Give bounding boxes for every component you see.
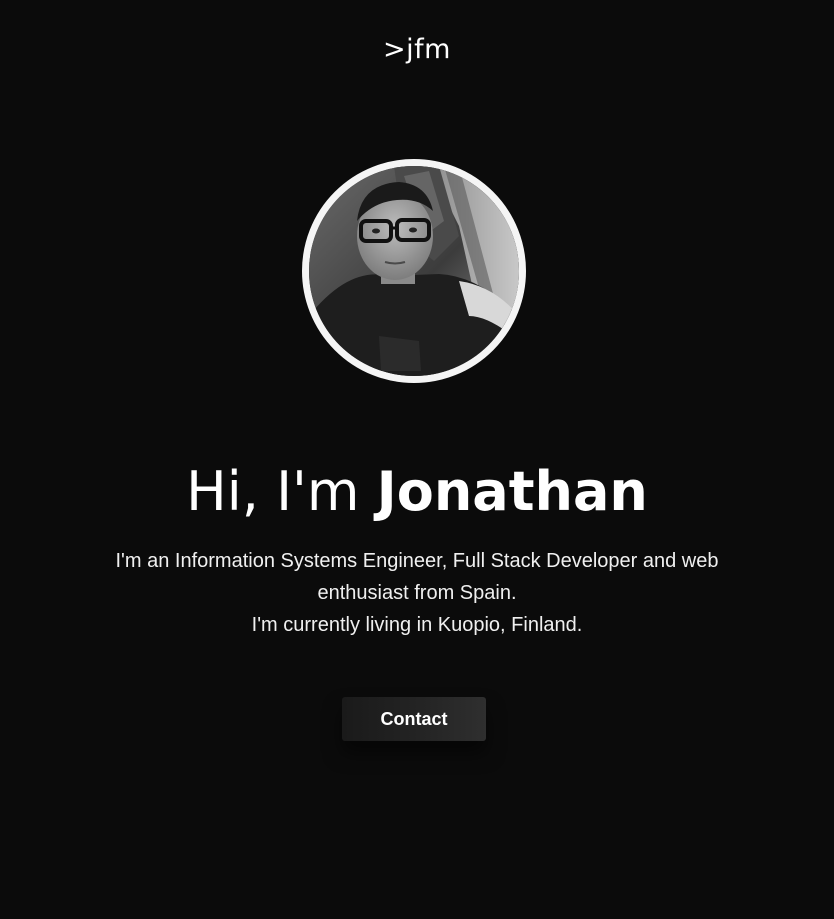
bio: I'm an Information Systems Engineer, Ful… bbox=[95, 545, 739, 641]
bio-line-1: I'm an Information Systems Engineer, Ful… bbox=[115, 550, 719, 604]
avatar-photo bbox=[309, 166, 519, 376]
contact-button[interactable]: Contact bbox=[342, 697, 486, 741]
greeting-prefix: Hi, I'm bbox=[186, 460, 377, 523]
bio-line-2: I'm currently living in Kuopio, Finland. bbox=[251, 614, 583, 636]
page: >jfm Hi, I'm Jonathan I'm an Information… bbox=[0, 0, 834, 919]
greeting-name: Jonathan bbox=[376, 460, 648, 523]
avatar bbox=[302, 159, 526, 383]
greeting-heading: Hi, I'm Jonathan bbox=[0, 458, 834, 526]
site-logo[interactable]: >jfm bbox=[0, 34, 834, 65]
